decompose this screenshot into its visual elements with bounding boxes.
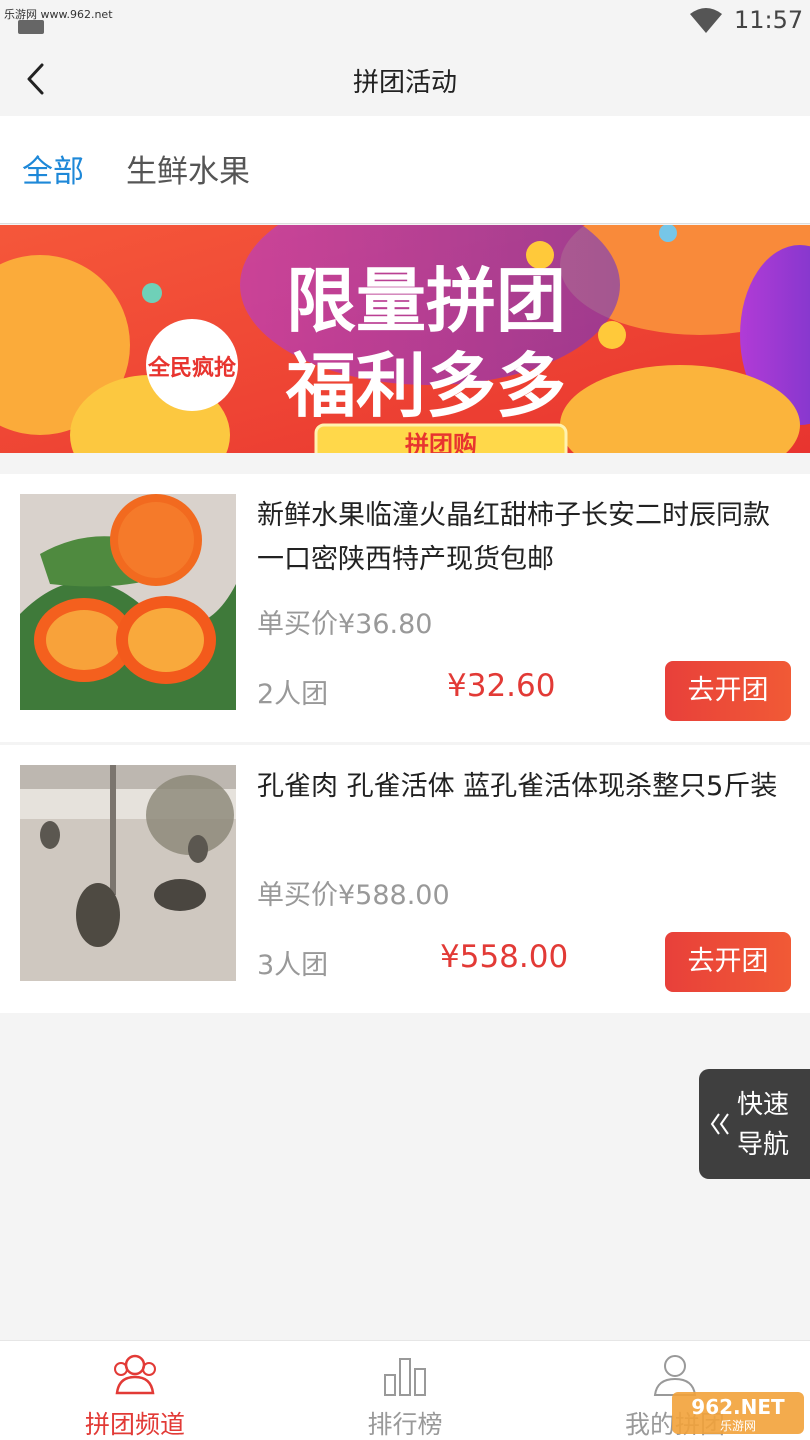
group-price: ¥32.60	[447, 668, 556, 704]
bar-chart-icon	[384, 1358, 426, 1396]
category-tab-bar: 全部 生鲜水果	[0, 116, 810, 224]
banner-badge-text: 全民疯抢	[147, 355, 237, 381]
start-group-button[interactable]: 去开团	[665, 661, 791, 721]
tab-fresh-fruit[interactable]: 生鲜水果	[126, 146, 250, 191]
product-title[interactable]: 孔雀肉 孔雀活体 蓝孔雀活体现杀整只5斤装	[257, 765, 787, 809]
quick-nav-button[interactable]: 快速导航	[699, 1069, 810, 1179]
banner-headline-1: 限量拼团	[286, 260, 566, 342]
status-time: 11:57	[734, 6, 804, 34]
promo-banner[interactable]: 全民疯抢 限量拼团 福利多多 拼团购	[0, 225, 810, 453]
product-image-persimmon[interactable]	[20, 494, 236, 710]
product-title[interactable]: 新鲜水果临潼火晶红甜柿子长安二时辰同款一口密陕西特产现货包邮	[257, 494, 787, 582]
corner-logo-subtext: 乐游网	[720, 1419, 756, 1433]
double-chevron-left-icon	[710, 1113, 729, 1135]
tab-all[interactable]: 全部	[22, 146, 84, 191]
product-card[interactable]: 孔雀肉 孔雀活体 蓝孔雀活体现杀整只5斤装 单买价¥588.00 3人团 ¥55…	[0, 745, 810, 1013]
nav-label: 排行榜	[367, 1410, 443, 1439]
solo-price: 单买价¥588.00	[257, 880, 450, 911]
solo-price: 单买价¥36.80	[257, 609, 433, 640]
start-group-button[interactable]: 去开团	[665, 932, 791, 992]
product-image-peacock[interactable]	[20, 765, 236, 981]
status-bar: 乐游网 www.962.net 11:57	[0, 0, 810, 42]
wifi-icon	[690, 8, 722, 33]
product-card[interactable]: 新鲜水果临潼火晶红甜柿子长安二时辰同款一口密陕西特产现货包邮 单买价¥36.80…	[0, 474, 810, 742]
nav-label: 拼团频道	[84, 1410, 185, 1439]
badge-bubble: 全民疯抢	[146, 319, 238, 411]
page-title: 拼团活动	[352, 68, 457, 98]
user-icon	[653, 1355, 697, 1396]
corner-logo-text: 962.NET	[691, 1395, 785, 1419]
nav-group-channel[interactable]: 拼团频道	[0, 1341, 270, 1440]
group-price: ¥558.00	[440, 939, 569, 975]
title-bar: 拼团活动	[0, 42, 810, 116]
users-icon	[114, 1354, 156, 1395]
quick-nav-label: 快速导航	[737, 1090, 790, 1160]
group-size: 3人团	[257, 950, 329, 981]
nav-ranking[interactable]: 排行榜	[270, 1341, 540, 1440]
banner-headline-2: 福利多多	[285, 345, 566, 427]
corner-logo: 962.NET 乐游网	[672, 1392, 804, 1434]
group-size: 2人团	[257, 679, 329, 710]
banner-button-text: 拼团购	[405, 431, 477, 453]
notification-icon	[18, 20, 44, 34]
